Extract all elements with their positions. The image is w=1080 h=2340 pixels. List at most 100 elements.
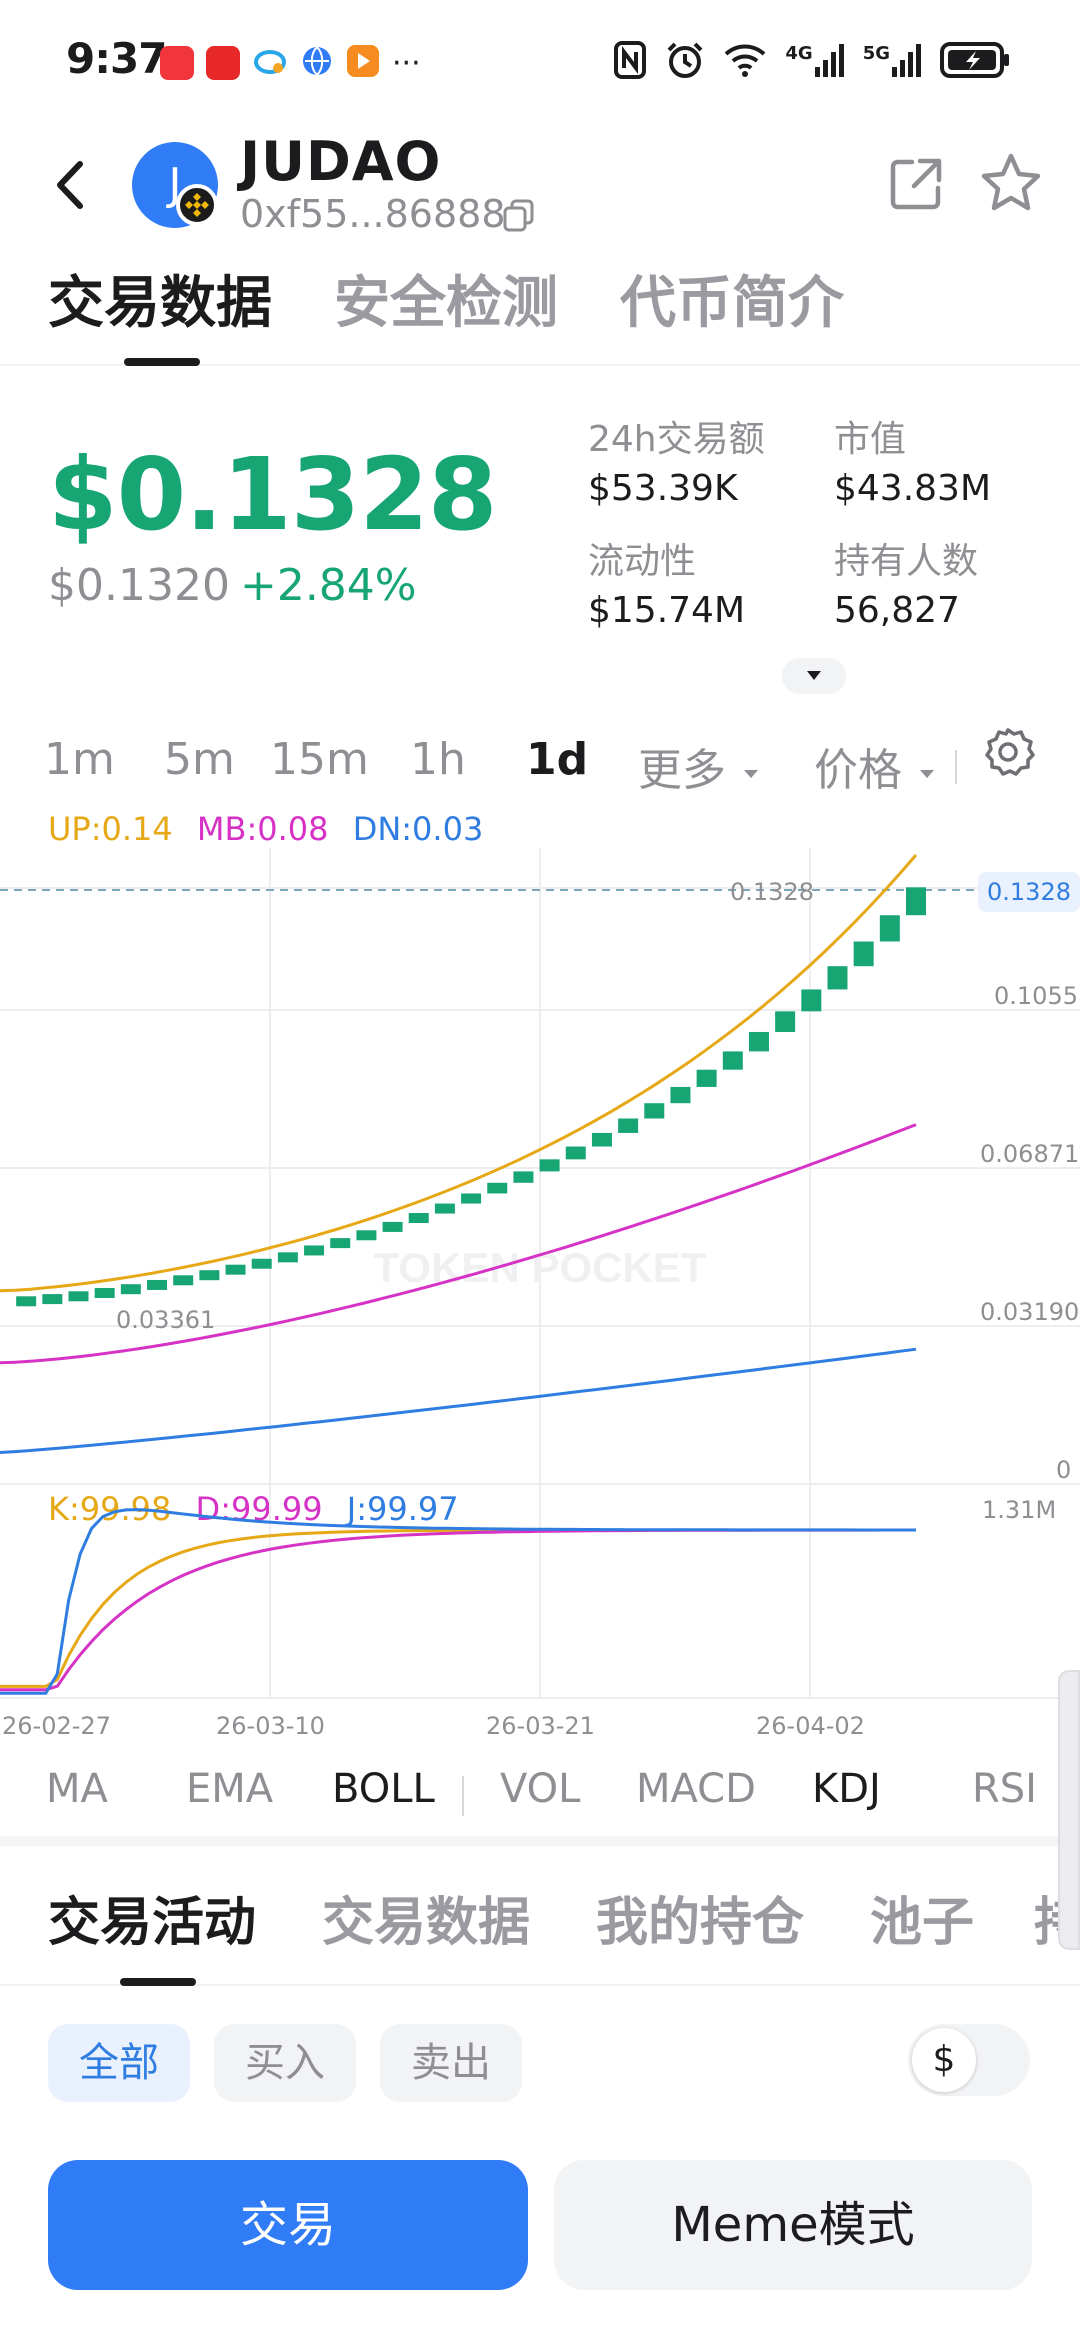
tab-my-holdings[interactable]: 我的持仓 [596, 1880, 804, 1955]
signal-icon [814, 44, 844, 77]
tab-pools[interactable]: 池子 [870, 1880, 974, 1955]
stat-value-volume: $53.39K [588, 468, 738, 509]
candle [775, 1011, 796, 1032]
tab-security-check[interactable]: 安全检测 [334, 258, 558, 339]
filter-buy[interactable]: 买入 [214, 2024, 356, 2102]
boll-up-line [0, 854, 918, 1293]
candle [513, 1171, 534, 1183]
meme-mode-button[interactable]: Meme模式 [554, 2160, 1032, 2290]
chart-watermark: TOKEN POCKET [374, 1244, 707, 1291]
chart-settings-button[interactable] [980, 724, 1036, 780]
candle [16, 1296, 37, 1307]
candle [591, 1132, 612, 1147]
timeframe-1d[interactable]: 1d [526, 734, 588, 785]
candle [539, 1159, 560, 1172]
candle [748, 1031, 769, 1052]
chevron-left-icon [57, 161, 83, 209]
browser-app-icon [300, 44, 334, 82]
low-price-marker: 0.03361 [116, 1306, 216, 1334]
news-app-icon [206, 46, 240, 80]
candle [853, 941, 874, 967]
candle [251, 1258, 272, 1269]
price-change: +2.84% [239, 560, 417, 611]
trade-button[interactable]: 交易 [48, 2160, 528, 2290]
tab-token-intro[interactable]: 代币简介 [620, 258, 844, 339]
candle [722, 1051, 743, 1070]
filter-all[interactable]: 全部 [48, 2024, 190, 2102]
timeframe-1h[interactable]: 1h [410, 734, 466, 785]
price-reference: $0.1320 +2.84% [48, 560, 417, 611]
indicator-ema[interactable]: EMA [186, 1766, 273, 1812]
price-line-label: 0.1328 [730, 878, 814, 906]
candle [277, 1252, 298, 1263]
candle [827, 966, 848, 990]
candle [356, 1230, 377, 1241]
tab-trade-data[interactable]: 交易数据 [48, 258, 272, 339]
filter-sell[interactable]: 卖出 [380, 2024, 522, 2102]
battery-charging-icon [940, 42, 1009, 78]
share-button[interactable] [886, 154, 946, 214]
status-notification-icons: ··· [160, 44, 421, 82]
candle [461, 1193, 482, 1204]
active-tab-indicator [124, 358, 200, 366]
boll-dn-line [0, 1347, 917, 1454]
indicator-rsi[interactable]: RSI [972, 1766, 1037, 1812]
tab-trade-activity[interactable]: 交易活动 [48, 1880, 256, 1955]
nfc-icon [614, 41, 647, 79]
stat-label-liquidity: 流动性 [588, 541, 697, 582]
system-status-icons: 4G 5G [613, 40, 1010, 80]
more-timeframes-dropdown[interactable]: 更多 [638, 734, 762, 798]
candle [670, 1086, 691, 1104]
favorite-button[interactable] [978, 150, 1044, 216]
caret-down-icon [920, 770, 934, 778]
timeframe-5m[interactable]: 5m [164, 734, 235, 785]
timeframe-15m[interactable]: 15m [270, 734, 369, 785]
volume-axis-tick: 1.31M [982, 1496, 1057, 1524]
timeframe-1m[interactable]: 1m [44, 734, 115, 785]
x-axis-date: 26-03-21 [486, 1712, 595, 1740]
shopping-app-icon [160, 46, 194, 80]
token-detail-tabs: 交易数据 安全检测 代币简介 [0, 250, 1080, 366]
indicator-ma[interactable]: MA [46, 1766, 108, 1812]
currency-knob: $ [912, 2028, 976, 2092]
candle [434, 1203, 455, 1214]
token-address[interactable]: 0xf55...86888 [240, 192, 506, 236]
price-axis-tick: 0.1055 [994, 982, 1078, 1010]
gear-icon [985, 728, 1035, 776]
more-label: 更多 [638, 745, 726, 796]
candle [408, 1213, 429, 1224]
candle [696, 1069, 717, 1087]
expand-stats-button[interactable] [782, 658, 846, 694]
cloud-app-icon [252, 46, 288, 80]
indicator-vol[interactable]: VOL [500, 1766, 580, 1812]
indicator-boll[interactable]: BOLL [332, 1766, 435, 1812]
price-chart[interactable]: TOKEN POCKET [0, 848, 1080, 1728]
current-price-tag: 0.1328 [978, 872, 1080, 912]
candle [225, 1264, 246, 1275]
kdj-d-line [0, 1528, 916, 1692]
back-button[interactable] [44, 150, 94, 220]
price-label: 价格 [814, 745, 902, 796]
tab-trade-data-bottom[interactable]: 交易数据 [322, 1880, 530, 1955]
alarm-icon [667, 42, 703, 78]
candle [382, 1221, 403, 1232]
candle [644, 1103, 665, 1119]
price-axis-tick: 0 [1056, 1456, 1072, 1484]
stat-value-liquidity: $15.74M [588, 590, 746, 631]
side-drawer-handle[interactable] [1058, 1670, 1080, 1950]
bnb-chain-badge-icon [176, 184, 218, 226]
candle [68, 1291, 89, 1302]
candle [173, 1275, 194, 1286]
price-type-dropdown[interactable]: 价格 [814, 734, 938, 798]
currency-toggle[interactable]: $ [908, 2024, 1030, 2096]
wifi-icon [725, 44, 766, 77]
current-price: $0.1328 [48, 436, 497, 553]
video-app-icon [346, 44, 380, 82]
copy-icon[interactable] [502, 198, 536, 232]
indicator-macd[interactable]: MACD [636, 1766, 756, 1812]
indicator-kdj[interactable]: KDJ [812, 1766, 881, 1812]
divider [462, 1776, 464, 1816]
x-axis-date: 26-02-27 [2, 1712, 111, 1740]
candle [565, 1146, 586, 1160]
stat-label-market-cap: 市值 [834, 419, 907, 460]
